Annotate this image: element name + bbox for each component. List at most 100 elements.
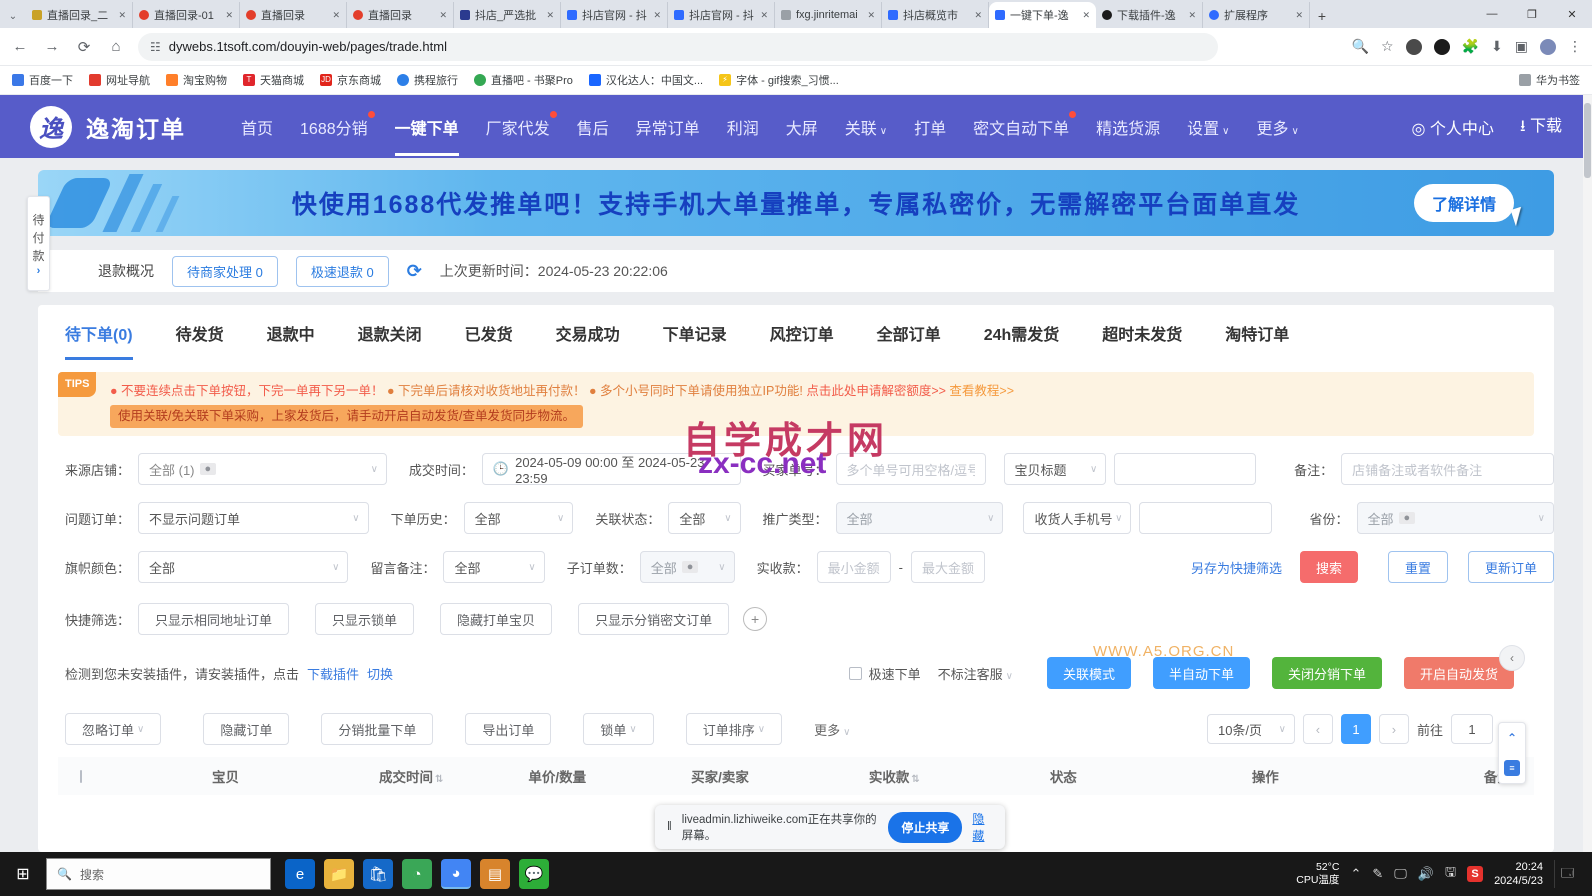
forward-icon[interactable]: → bbox=[42, 38, 62, 55]
merchant-pending-button[interactable]: 待商家处理 0 bbox=[172, 256, 278, 287]
bookmark-item[interactable]: 淘宝购物 bbox=[166, 72, 227, 88]
taskbar-search[interactable]: 🔍 搜索 bbox=[46, 858, 271, 890]
tab-close-icon[interactable]: ✕ bbox=[867, 10, 875, 21]
note-input[interactable]: 店铺备注或者软件备注 bbox=[1341, 453, 1554, 485]
browser-tab[interactable]: 直播回录✕ bbox=[347, 2, 454, 28]
chrome-icon[interactable]: ◔ bbox=[402, 859, 432, 889]
refresh-icon[interactable]: ⟳ bbox=[74, 38, 94, 56]
tab-to-ship[interactable]: 待发货 bbox=[176, 321, 224, 360]
browser-tab[interactable]: 扩展程序✕ bbox=[1203, 2, 1310, 28]
nav-item-bigscreen[interactable]: 大屏 bbox=[786, 115, 818, 139]
downloads-icon[interactable]: ⬇ bbox=[1491, 38, 1503, 55]
nav-item-one-click-order[interactable]: 一键下单 bbox=[395, 115, 459, 156]
tutorial-link[interactable]: 查看教程>> bbox=[949, 384, 1014, 398]
flag-color-select[interactable]: 全部∨ bbox=[138, 551, 348, 583]
user-center-link[interactable]: ◎ 个人中心 bbox=[1412, 115, 1494, 139]
bookmarks-folder[interactable]: 华为书签 bbox=[1519, 72, 1580, 88]
tab-close-icon[interactable]: ✕ bbox=[118, 10, 126, 21]
promo-banner[interactable]: 快使用1688代发推单吧！支持手机大单量推单，专属私密价，无需解密平台面单直发 … bbox=[38, 170, 1554, 236]
download-link[interactable]: ⭳ 下载 bbox=[1520, 112, 1562, 142]
msg-note-select[interactable]: 全部∨ bbox=[443, 551, 544, 583]
store-icon[interactable]: 🛍 bbox=[363, 859, 393, 889]
pen-icon[interactable]: ✎ bbox=[1372, 866, 1383, 882]
tab-order-history[interactable]: 下单记录 bbox=[663, 321, 727, 360]
tab-shipped[interactable]: 已发货 bbox=[465, 321, 513, 360]
bookmark-item[interactable]: T天猫商城 bbox=[243, 72, 304, 88]
office-icon[interactable]: ▤ bbox=[480, 859, 510, 889]
tab-close-icon[interactable]: ✕ bbox=[760, 10, 768, 21]
site-logo[interactable]: 逸 bbox=[30, 106, 72, 148]
tab-24h-ship[interactable]: 24h需发货 bbox=[984, 321, 1060, 360]
new-tab-button[interactable]: + bbox=[1310, 4, 1334, 28]
goto-page-input[interactable]: 1 bbox=[1451, 714, 1493, 744]
tab-close-icon[interactable]: ✕ bbox=[332, 10, 340, 21]
hide-share-bar-link[interactable]: 隐藏 bbox=[972, 810, 993, 844]
receiver-phone-input[interactable] bbox=[1139, 502, 1271, 534]
locked-only-filter-button[interactable]: 只显示锁单 bbox=[315, 603, 414, 635]
reset-button[interactable]: 重置 bbox=[1388, 551, 1448, 583]
back-icon[interactable]: ← bbox=[10, 38, 30, 55]
site-info-icon[interactable]: ☷ bbox=[150, 40, 161, 54]
banner-detail-button[interactable]: 了解详情 bbox=[1414, 184, 1514, 222]
bookmark-star-icon[interactable]: ☆ bbox=[1381, 38, 1394, 55]
select-all-checkbox[interactable] bbox=[80, 770, 82, 783]
browser-tab[interactable]: 下载插件-逸✕ bbox=[1096, 2, 1203, 28]
tab-pending-order[interactable]: 待下单(0) bbox=[65, 321, 133, 360]
close-fx-order-button[interactable]: 关闭分销下单 bbox=[1272, 657, 1382, 689]
title-type-select[interactable]: 宝贝标题∨ bbox=[1004, 453, 1107, 485]
lock-order-button[interactable]: 锁单∨ bbox=[583, 713, 653, 745]
browser-tab[interactable]: 直播回录✕ bbox=[240, 2, 347, 28]
bookmark-item[interactable]: JD京东商城 bbox=[320, 72, 381, 88]
update-orders-button[interactable]: 更新订单 bbox=[1468, 551, 1554, 583]
suborder-select[interactable]: 全部●∨ bbox=[640, 551, 735, 583]
tab-close-icon[interactable]: ✕ bbox=[1295, 10, 1303, 21]
tab-close-icon[interactable]: ✕ bbox=[439, 10, 447, 21]
zoom-icon[interactable]: 🔍 bbox=[1352, 38, 1369, 55]
floating-widget[interactable]: ⌃ ≡ bbox=[1498, 722, 1526, 784]
extensions-puzzle-icon[interactable]: 🧩 bbox=[1462, 38, 1479, 55]
nav-item-abnormal[interactable]: 异常订单 bbox=[636, 115, 700, 139]
bookmark-item[interactable]: 汉化达人：中国文... bbox=[589, 72, 703, 88]
add-filter-icon[interactable]: + bbox=[743, 607, 767, 631]
prev-page-button[interactable]: ‹ bbox=[1303, 714, 1333, 744]
bookmark-item[interactable]: ⚡字体 - gif搜索_习惯... bbox=[719, 72, 839, 88]
tab-close-icon[interactable]: ✕ bbox=[653, 10, 661, 21]
search-button[interactable]: 搜索 bbox=[1300, 551, 1358, 583]
save-quick-filter-link[interactable]: 另存为快捷筛选 bbox=[1191, 558, 1282, 577]
extension-icon[interactable] bbox=[1434, 39, 1450, 55]
nav-item-aftersale[interactable]: 售后 bbox=[577, 115, 609, 139]
bookmark-item[interactable]: 百度一下 bbox=[12, 72, 73, 88]
problem-order-select[interactable]: 不显示问题订单∨ bbox=[138, 502, 369, 534]
col-paid[interactable]: 实收款⇅ bbox=[869, 766, 920, 786]
chrome-active-icon[interactable]: ◕ bbox=[441, 859, 471, 889]
browser-tab[interactable]: 直播回录_二✕ bbox=[26, 2, 133, 28]
min-amount-input[interactable]: 最小金额 bbox=[817, 551, 891, 583]
fast-refund-button[interactable]: 极速退款 0 bbox=[296, 256, 389, 287]
tab-refunding[interactable]: 退款中 bbox=[267, 321, 315, 360]
pending-payment-side-tab[interactable]: 待 付 款 › bbox=[27, 196, 50, 291]
browser-tab[interactable]: 直播回录-01✕ bbox=[133, 2, 240, 28]
per-page-select[interactable]: 10条/页∨ bbox=[1207, 714, 1295, 744]
tab-refund-closed[interactable]: 退款关闭 bbox=[358, 321, 422, 360]
tray-expand-icon[interactable]: ⌃ bbox=[1350, 866, 1361, 882]
tab-risk-orders[interactable]: 风控订单 bbox=[770, 321, 834, 360]
decrypt-quota-link[interactable]: 点击此处申请解密额度>> bbox=[806, 384, 946, 398]
page-scrollbar[interactable] bbox=[1583, 95, 1592, 852]
nav-item-home[interactable]: 首页 bbox=[241, 115, 273, 139]
taskbar-clock[interactable]: 20:242024/5/23 bbox=[1494, 860, 1543, 888]
col-deal-time[interactable]: 成交时间⇅ bbox=[379, 766, 443, 786]
bookmark-item[interactable]: 网址导航 bbox=[89, 72, 150, 88]
nav-item-settings[interactable]: 设置∨ bbox=[1187, 115, 1229, 139]
bookmark-item[interactable]: 携程旅行 bbox=[397, 72, 458, 88]
tab-close-icon[interactable]: ✕ bbox=[974, 10, 982, 21]
wechat-icon[interactable]: 💬 bbox=[519, 859, 549, 889]
notification-center-icon[interactable]: 🗔 bbox=[1554, 860, 1580, 888]
service-icon[interactable]: ≡ bbox=[1504, 760, 1520, 776]
stop-sharing-button[interactable]: 停止共享 bbox=[888, 812, 962, 843]
page-number-button[interactable]: 1 bbox=[1341, 714, 1371, 744]
more-button[interactable]: 更多∨ bbox=[814, 720, 850, 739]
browser-tab[interactable]: 抖店官网 - 抖✕ bbox=[561, 2, 668, 28]
browser-tab[interactable]: fxg.jinritemai✕ bbox=[775, 2, 882, 28]
same-address-filter-button[interactable]: 只显示相同地址订单 bbox=[138, 603, 289, 635]
shop-select[interactable]: 全部 (1)●∨ bbox=[138, 453, 387, 485]
